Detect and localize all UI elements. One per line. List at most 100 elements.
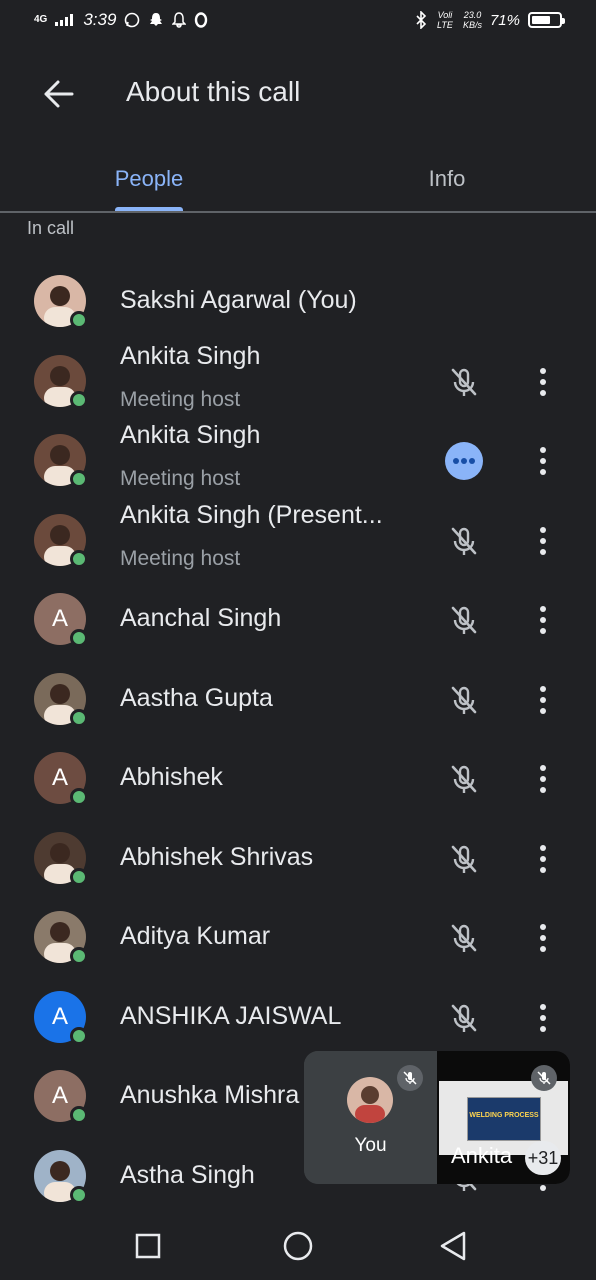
network-indicator: 4G bbox=[34, 14, 48, 25]
battery-icon bbox=[528, 12, 565, 28]
pip-slide-text: WELDING PROCESS bbox=[469, 1112, 539, 1119]
more-vert-icon bbox=[528, 844, 558, 883]
speed-unit: KB/s bbox=[462, 20, 482, 30]
participant-row[interactable]: Ankita Singh (Present... Meeting host bbox=[0, 501, 596, 580]
participant-name: Aastha Gupta bbox=[120, 683, 273, 712]
participant-row[interactable]: Ankita Singh Meeting host bbox=[0, 421, 596, 500]
participant-row[interactable]: Ankita Singh Meeting host bbox=[0, 342, 596, 421]
mic-off-icon bbox=[444, 839, 484, 879]
participant-avatar: A bbox=[34, 990, 88, 1045]
more-options-button[interactable] bbox=[528, 918, 558, 958]
participant-avatar bbox=[34, 354, 88, 409]
more-options-button[interactable] bbox=[528, 680, 558, 720]
more-vert-icon bbox=[528, 1003, 558, 1042]
participant-row[interactable]: Aditya Kumar bbox=[0, 898, 596, 977]
pip-others-count-badge: +31 bbox=[525, 1141, 561, 1175]
avatar-initial: A bbox=[51, 605, 68, 632]
avatar-initial: A bbox=[51, 764, 68, 791]
more-options-button[interactable] bbox=[528, 839, 558, 879]
pip-presenter-mic-off-icon bbox=[531, 1065, 557, 1091]
system-navigation-bar bbox=[0, 1210, 596, 1280]
participant-row[interactable]: Aastha Gupta bbox=[0, 660, 596, 739]
participant-name: Astha Singh bbox=[120, 1160, 255, 1189]
more-vert-icon bbox=[528, 924, 558, 962]
online-status-dot bbox=[70, 1026, 88, 1045]
participant-avatar bbox=[34, 513, 88, 568]
home-circle-icon bbox=[283, 1231, 313, 1261]
online-status-dot bbox=[70, 947, 88, 965]
whatsapp-icon bbox=[125, 12, 140, 28]
online-status-dot bbox=[70, 1106, 88, 1124]
mic-off-icon bbox=[444, 998, 484, 1038]
back-button[interactable] bbox=[36, 74, 82, 114]
participant-row[interactable]: A Abhishek bbox=[0, 739, 596, 818]
participant-name: Ankita Singh bbox=[120, 421, 261, 449]
online-status-dot bbox=[70, 390, 88, 409]
online-status-dot bbox=[70, 708, 88, 727]
pip-self-tile[interactable]: You bbox=[304, 1051, 437, 1184]
back-triangle-icon bbox=[440, 1231, 466, 1261]
participant-avatar: A bbox=[34, 593, 88, 647]
more-options-button[interactable] bbox=[528, 521, 558, 561]
participant-row[interactable]: Sakshi Agarwal (You) bbox=[0, 262, 596, 341]
participant-row[interactable]: Abhishek Shrivas bbox=[0, 819, 596, 898]
participant-role: Meeting host bbox=[120, 467, 241, 490]
back-nav-button[interactable] bbox=[434, 1226, 474, 1266]
avatar-initial: A bbox=[51, 1082, 68, 1109]
participant-avatar bbox=[34, 831, 88, 886]
participant-name: Aditya Kumar bbox=[120, 922, 271, 950]
online-status-dot bbox=[70, 470, 88, 488]
online-status-dot bbox=[70, 788, 88, 806]
participant-avatar bbox=[34, 1149, 88, 1204]
pip-self-label: You bbox=[354, 1135, 387, 1156]
online-status-dot bbox=[70, 867, 88, 886]
participant-name: Abhishek Shrivas bbox=[120, 842, 314, 871]
pip-slide: WELDING PROCESS bbox=[467, 1097, 541, 1141]
participant-name: Abhishek bbox=[120, 763, 223, 791]
battery-percent: 71% bbox=[489, 11, 520, 29]
recents-button[interactable] bbox=[128, 1226, 168, 1266]
section-label-in-call: In call bbox=[27, 218, 75, 238]
pip-presenter-tile[interactable]: WELDING PROCESS Ankita +31 bbox=[437, 1051, 570, 1184]
tab-people[interactable]: People bbox=[0, 148, 298, 210]
participant-role: Meeting host bbox=[120, 387, 241, 411]
participant-name: Ankita Singh bbox=[120, 341, 261, 370]
bluetooth-icon bbox=[416, 11, 427, 29]
status-bar: 4G 3:39 Voli LTE 23.0 KB/s 71% bbox=[0, 0, 596, 44]
pip-self-avatar bbox=[347, 1077, 393, 1123]
participant-avatar: A bbox=[34, 1070, 88, 1124]
back-arrow-icon bbox=[44, 80, 74, 108]
more-options-button[interactable] bbox=[528, 759, 558, 799]
app-bar: About this call bbox=[0, 56, 596, 132]
clock: 3:39 bbox=[83, 10, 117, 29]
picture-in-picture[interactable]: You WELDING PROCESS Ankita +31 bbox=[304, 1051, 570, 1184]
participant-avatar bbox=[34, 434, 88, 488]
more-vert-icon bbox=[528, 606, 558, 644]
participant-row[interactable]: A Aanchal Singh bbox=[0, 580, 596, 659]
more-options-button[interactable] bbox=[528, 441, 558, 481]
participant-avatar bbox=[34, 275, 88, 329]
participant-name: Sakshi Agarwal (You) bbox=[120, 286, 357, 314]
more-vert-icon bbox=[528, 1162, 558, 1201]
more-options-button[interactable] bbox=[528, 362, 558, 402]
participant-name: Aanchal Singh bbox=[120, 604, 282, 632]
online-status-dot bbox=[70, 311, 88, 329]
pip-self-mic-off-icon bbox=[397, 1065, 423, 1091]
more-options-button[interactable] bbox=[528, 600, 558, 640]
mic-off-icon bbox=[444, 521, 484, 561]
participant-row[interactable]: A ANSHIKA JAISWAL bbox=[0, 978, 596, 1057]
mic-off-icon bbox=[444, 362, 484, 402]
signal-icon bbox=[55, 14, 74, 26]
more-options-button[interactable] bbox=[528, 998, 558, 1038]
snapchat-icon bbox=[150, 13, 163, 26]
volte-indicator: Voli LTE bbox=[437, 10, 453, 30]
network-speed: 23.0 KB/s bbox=[463, 10, 482, 30]
speaking-indicator-icon bbox=[444, 441, 484, 481]
notification-bell-icon bbox=[172, 12, 187, 28]
more-vert-icon bbox=[528, 367, 558, 406]
participant-avatar bbox=[34, 672, 88, 727]
mic-off-icon bbox=[444, 759, 484, 799]
home-button[interactable] bbox=[278, 1226, 318, 1266]
tab-info[interactable]: Info bbox=[298, 148, 596, 210]
online-status-dot bbox=[70, 629, 88, 647]
